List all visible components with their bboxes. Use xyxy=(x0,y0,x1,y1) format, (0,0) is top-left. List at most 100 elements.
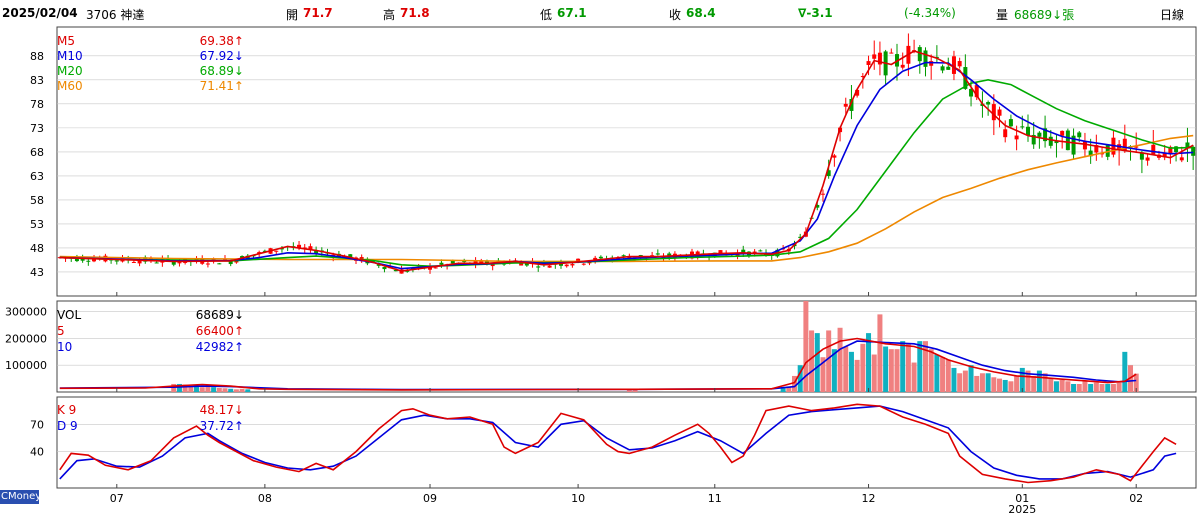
volume-bar xyxy=(1014,375,1020,392)
candle-body xyxy=(991,104,996,121)
price-legend-value: 69.38↑ xyxy=(200,34,244,48)
x-tick-label: 02 xyxy=(1129,492,1143,505)
volume-bar xyxy=(228,388,234,392)
candle-body xyxy=(433,267,438,269)
candle-body xyxy=(923,50,928,67)
volume-bar xyxy=(900,341,906,392)
price-tick-label: 58 xyxy=(30,194,44,207)
candle-body xyxy=(843,103,848,107)
candle-body xyxy=(1082,141,1087,150)
candle-body xyxy=(114,260,119,262)
candle-body xyxy=(137,260,142,264)
candle-body xyxy=(1179,157,1184,161)
candle-body xyxy=(274,250,279,252)
volume-legend-value: 42982↑ xyxy=(196,340,244,354)
candle-body xyxy=(832,155,837,158)
volume-bar xyxy=(894,349,900,392)
price-legend-name: M20 xyxy=(57,64,83,78)
kd-legend-name: D 9 xyxy=(57,419,78,433)
volume-bar xyxy=(997,378,1003,392)
candle-body xyxy=(872,54,877,59)
volume-bar xyxy=(951,367,957,392)
candle-body xyxy=(450,260,455,264)
candle-body xyxy=(382,267,387,270)
candle-body xyxy=(1014,135,1019,140)
candle-body xyxy=(1077,132,1082,138)
volume-bar xyxy=(1122,351,1128,392)
x-tick-label: 12 xyxy=(862,492,876,505)
volume-bar xyxy=(826,330,832,392)
price-legend-value: 71.41↑ xyxy=(200,79,244,93)
volume-bar xyxy=(945,359,951,392)
volume-bar xyxy=(848,351,854,392)
volume-bar xyxy=(809,330,815,392)
volume-bar xyxy=(222,388,228,392)
volume-bar xyxy=(843,346,849,392)
volume-bar xyxy=(911,362,917,392)
volume-bar xyxy=(883,346,889,392)
candle-body xyxy=(946,66,951,70)
candle-body xyxy=(439,262,444,265)
price-legend-name: M5 xyxy=(57,34,75,48)
volume-bar xyxy=(1008,381,1014,392)
candle-body xyxy=(154,262,159,264)
candle-body xyxy=(866,61,871,65)
candle-body xyxy=(1008,119,1013,127)
price-legend-value: 68.89↓ xyxy=(200,64,244,78)
candle-body xyxy=(547,265,552,268)
volume-bar xyxy=(1042,373,1048,392)
candle-body xyxy=(217,263,222,265)
price-tick-label: 43 xyxy=(30,266,44,279)
candle-body xyxy=(986,101,991,105)
volume-bar xyxy=(905,343,911,392)
price-tick-label: 53 xyxy=(30,218,44,231)
kd-legend-value: 37.72↑ xyxy=(200,419,244,433)
volume-legend-value: 66400↑ xyxy=(196,324,244,338)
price-legend-name: M10 xyxy=(57,49,83,63)
candle-body xyxy=(621,255,626,257)
volume-bar xyxy=(233,389,239,392)
kd-legend-value: 48.17↓ xyxy=(200,403,244,417)
x-tick-label: 09 xyxy=(423,492,437,505)
volume-bar xyxy=(991,377,997,392)
volume-bar xyxy=(1093,382,1099,392)
stock-chart: 88 83 78 73 68 63 58 53 48 43 M5 69.38↑ M10 67.92↓ M20… xyxy=(5,26,1197,514)
candle-body xyxy=(820,193,825,195)
volume-bar xyxy=(1099,383,1105,392)
candle-body xyxy=(1060,130,1065,136)
candle-body xyxy=(1145,157,1150,161)
volume-bar xyxy=(1082,381,1088,392)
volume-tick-label: 200000 xyxy=(5,332,47,345)
volume-bar xyxy=(814,333,820,392)
price-tick-label: 63 xyxy=(30,170,44,183)
volume-bar xyxy=(239,388,245,392)
candle-body xyxy=(1003,129,1008,138)
candle-body xyxy=(1151,144,1156,155)
price-legend-value: 67.92↓ xyxy=(200,49,244,63)
volume-bar xyxy=(1071,383,1077,392)
volume-bar xyxy=(860,343,866,392)
candle-body xyxy=(1048,136,1053,146)
volume-bar xyxy=(1048,378,1054,392)
candle-body xyxy=(205,263,210,265)
volume-bar xyxy=(211,387,217,392)
volume-bar xyxy=(1053,381,1059,392)
x-tick-label: 08 xyxy=(258,492,272,505)
candle-body xyxy=(889,52,894,54)
volume-bar xyxy=(888,349,894,392)
kd-tick-label: 70 xyxy=(30,418,44,431)
volume-legend-name: VOL xyxy=(57,308,81,322)
volume-bar xyxy=(1110,383,1116,392)
volume-bar xyxy=(928,349,934,392)
volume-bar xyxy=(940,357,946,392)
x-tick-label: 10 xyxy=(571,492,585,505)
volume-bar xyxy=(985,373,991,392)
volume-bar xyxy=(1076,383,1082,392)
volume-bar xyxy=(962,370,968,392)
candle-body xyxy=(900,64,905,68)
volume-bar xyxy=(877,314,883,392)
volume-bar xyxy=(974,375,980,392)
candle-body xyxy=(86,260,91,262)
price-tick-label: 48 xyxy=(30,242,44,255)
volume-bar xyxy=(205,386,211,392)
